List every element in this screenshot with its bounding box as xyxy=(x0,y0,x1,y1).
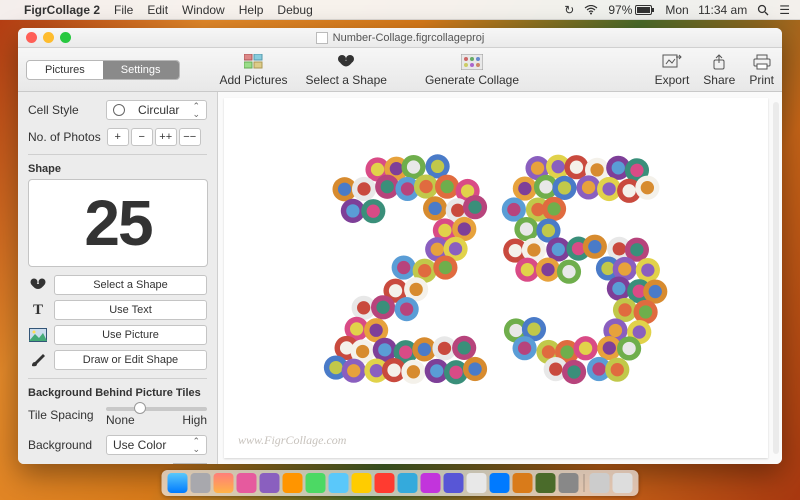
collage-shape-25 xyxy=(224,98,768,461)
use-picture-button[interactable]: Use Picture xyxy=(54,325,207,345)
dock-app14[interactable] xyxy=(467,473,487,493)
dock-app15[interactable] xyxy=(490,473,510,493)
dock-app11[interactable] xyxy=(398,473,418,493)
share-icon xyxy=(708,53,730,71)
print-icon xyxy=(751,53,773,71)
brush-icon xyxy=(28,351,48,369)
traffic-light-close[interactable] xyxy=(26,32,37,43)
shape-preview[interactable]: 25 xyxy=(28,179,208,267)
toolbar-print[interactable]: Print xyxy=(749,53,774,87)
select-shape-icon xyxy=(335,53,357,71)
toolbar-select-shape[interactable]: Select a Shape xyxy=(306,53,387,87)
canvas-area: www.FigrCollage.com xyxy=(218,92,782,464)
collage-canvas[interactable]: www.FigrCollage.com xyxy=(224,98,768,458)
use-text-button[interactable]: Use Text xyxy=(54,300,207,320)
dock-trash[interactable] xyxy=(613,473,633,493)
window-title: Number-Collage.figrcollageproj xyxy=(333,32,485,44)
app-window: Number-Collage.figrcollageproj Pictures … xyxy=(18,28,782,464)
background-select[interactable]: Use Color ⌃⌄ xyxy=(106,435,207,455)
spotlight-icon[interactable] xyxy=(757,4,769,16)
photos-plusplus-button[interactable]: ++ xyxy=(155,128,177,146)
tile-spacing-slider[interactable]: NoneHigh xyxy=(106,403,207,427)
tab-settings[interactable]: Settings xyxy=(103,61,179,79)
bg-heading: Background Behind Picture Tiles xyxy=(28,387,207,399)
no-photos-label: No. of Photos xyxy=(28,130,101,144)
dock-app10[interactable] xyxy=(375,473,395,493)
photos-minusminus-button[interactable]: −− xyxy=(179,128,201,146)
clock[interactable]: Mon 11:34 am xyxy=(665,3,747,17)
traffic-light-zoom[interactable] xyxy=(60,32,71,43)
photos-minus-button[interactable]: − xyxy=(131,128,153,146)
dock-app8[interactable] xyxy=(329,473,349,493)
time-machine-icon[interactable]: ↻ xyxy=(564,3,574,17)
dock-finder[interactable] xyxy=(168,473,188,493)
dock-safari[interactable] xyxy=(191,473,211,493)
wifi-icon[interactable] xyxy=(584,5,598,15)
cell-style-select[interactable]: Circular ⌃⌄ xyxy=(106,100,207,120)
draw-edit-shape-button[interactable]: Draw or Edit Shape xyxy=(54,350,207,370)
vertical-scrollbar[interactable] xyxy=(773,102,779,454)
dock-app6[interactable] xyxy=(283,473,303,493)
macos-menubar: FigrCollage 2 File Edit Window Help Debu… xyxy=(0,0,800,20)
toolbar-export[interactable]: Export xyxy=(655,53,690,87)
toolbar-generate-collage[interactable]: Generate Collage xyxy=(425,53,519,87)
tab-pictures[interactable]: Pictures xyxy=(27,61,103,79)
dock-app5[interactable] xyxy=(260,473,280,493)
document-proxy-icon[interactable] xyxy=(316,32,328,44)
dock-app12[interactable] xyxy=(421,473,441,493)
generate-collage-icon xyxy=(461,53,483,71)
menu-file[interactable]: File xyxy=(114,3,133,17)
dock-calendar[interactable] xyxy=(214,473,234,493)
battery-status[interactable]: 97% xyxy=(608,3,655,17)
watermark: www.FigrCollage.com xyxy=(238,433,346,448)
menu-help[interactable]: Help xyxy=(239,3,264,17)
menu-debug[interactable]: Debug xyxy=(277,3,312,17)
macos-dock[interactable] xyxy=(162,470,639,496)
dock-app7[interactable] xyxy=(306,473,326,493)
dock-app18[interactable] xyxy=(559,473,579,493)
picture-icon xyxy=(28,326,48,344)
dock-app16[interactable] xyxy=(513,473,533,493)
notification-center-icon[interactable]: ☰ xyxy=(779,3,790,17)
chevron-updown-icon: ⌃⌄ xyxy=(192,102,200,118)
tile-spacing-label: Tile Spacing xyxy=(28,408,100,422)
chevron-updown-icon: ⌃⌄ xyxy=(192,437,200,453)
window-titlebar: Number-Collage.figrcollageproj xyxy=(18,28,782,48)
select-shape-button[interactable]: Select a Shape xyxy=(54,275,207,295)
menu-edit[interactable]: Edit xyxy=(147,3,168,17)
shape-heading: Shape xyxy=(28,163,207,175)
circle-icon xyxy=(113,104,125,116)
dock-app13[interactable] xyxy=(444,473,464,493)
dock-app17[interactable] xyxy=(536,473,556,493)
toolbar-share[interactable]: Share xyxy=(703,53,735,87)
tab-segmented-control[interactable]: Pictures Settings xyxy=(26,60,180,80)
settings-sidebar: Cell Style Circular ⌃⌄ No. of Photos + −… xyxy=(18,92,218,464)
toolbar: Pictures Settings Add Pictures Select a … xyxy=(18,48,782,92)
cell-style-label: Cell Style xyxy=(28,103,100,117)
dock-downloads[interactable] xyxy=(590,473,610,493)
menu-window[interactable]: Window xyxy=(182,3,225,17)
traffic-light-minimize[interactable] xyxy=(43,32,54,43)
export-icon xyxy=(661,53,683,71)
toolbar-add-pictures[interactable]: Add Pictures xyxy=(220,53,288,87)
dock-app9[interactable] xyxy=(352,473,372,493)
app-menu[interactable]: FigrCollage 2 xyxy=(24,3,100,17)
bg-color-swatch[interactable] xyxy=(173,463,207,464)
text-icon: T xyxy=(28,301,48,319)
dock-app4[interactable] xyxy=(237,473,257,493)
add-pictures-icon xyxy=(243,53,265,71)
photos-plus-button[interactable]: + xyxy=(107,128,129,146)
background-label: Background xyxy=(28,438,100,452)
shapes-icon xyxy=(28,276,48,294)
